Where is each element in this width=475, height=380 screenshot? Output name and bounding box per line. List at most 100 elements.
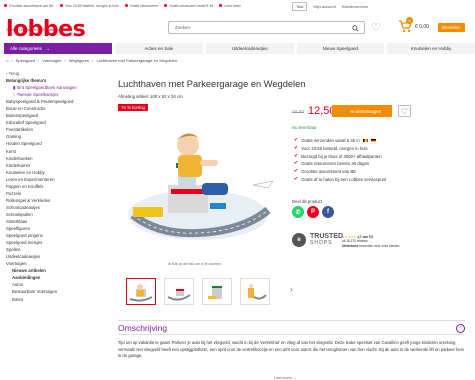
usp-text: Grootste assortiment van BE [9, 3, 54, 8]
breadcrumb-item[interactable]: Speelgoed [16, 58, 35, 63]
breadcrumb-current: Luchthaven met Parkeergarage en Wegdelen [96, 58, 178, 63]
cart-count-badge: 0 [406, 17, 413, 24]
check-icon [164, 4, 168, 7]
sidebar-item[interactable]: Kinderboeken [6, 155, 106, 162]
sidebar-sub-item[interactable]: Aanbiedingen [6, 274, 106, 281]
sidebar-item[interactable]: Speelgoed jongens [6, 232, 106, 239]
nav-item-nieuw[interactable]: Nieuw Speelgoed [293, 43, 385, 54]
product-image[interactable] [118, 115, 278, 255]
sidebar-sub-item[interactable]: Boten [6, 296, 106, 303]
product-usps: ✔ Gratis verzenden vanaf € 45 in ✔ Voor 23… [294, 137, 386, 184]
back-label: Terug [8, 71, 20, 76]
breadcrumb: ⌂ › Speelgoed › Voertuigen › Wegfiguren › Lu… [6, 58, 178, 63]
check-icon [219, 4, 223, 7]
wishlist-icon[interactable]: ♡ [371, 21, 381, 34]
check-icon [59, 4, 63, 7]
sidebar-item[interactable]: Spellen [6, 246, 106, 253]
read-more-link[interactable]: Lees meer ⌄ [274, 375, 296, 380]
sidebar-item[interactable]: Leren en Experimenteren [6, 176, 106, 183]
search-icon[interactable] [352, 25, 359, 32]
breadcrumb-item[interactable]: Wegfiguren [69, 58, 89, 63]
nav-item-sale[interactable]: Acties en Sale [112, 43, 203, 54]
wishlist-button[interactable]: ♡ [398, 105, 411, 117]
all-categories-button[interactable]: Alle categorieën ⌄ [4, 43, 112, 54]
check-icon [4, 4, 7, 7]
add-to-cart-button[interactable]: 🛒 In winkelwagen [332, 105, 392, 117]
search-placeholder: Zoeken [175, 25, 191, 30]
home-icon[interactable]: ⌂ [6, 58, 8, 63]
sidebar-item[interactable]: Uitdeelcadeautjes [6, 253, 106, 260]
usp-row-text: Gratis verzenden vanaf € 45 in [301, 138, 360, 143]
sidebar-item[interactable]: Feestartikelen [6, 126, 106, 133]
cart-button[interactable]: 0 € 0,00 [398, 17, 429, 33]
chevron-up-icon[interactable]: ⌃ [456, 324, 465, 333]
sidebar-item[interactable]: Sinterklaas [6, 218, 106, 225]
top-right-links: Taal Mijn account Klantenservice [292, 2, 472, 11]
thumbnail[interactable] [240, 278, 270, 305]
thumbnail[interactable] [164, 278, 194, 305]
check-icon: ✔ [294, 175, 299, 182]
trusted-shops-badge[interactable]: e TRUSTED SHOPS [292, 233, 343, 247]
breadcrumb-item[interactable]: Voertuigen [42, 58, 61, 63]
sidebar-item[interactable]: Educatief Speelgoed [6, 119, 106, 126]
cart-total: € 0,00 [415, 23, 429, 30]
sidebar-item[interactable]: Babyspeelgoed & Peuterspeelgoed [6, 98, 106, 105]
back-link[interactable]: ‹ Terug [6, 70, 106, 77]
sidebar-item[interactable]: Knutselen en Hobby [6, 169, 106, 176]
top-bar: Grootste assortiment van BE Voor 23:59 b… [0, 0, 475, 11]
usp-item: Gratis retourneren [124, 4, 158, 8]
sidebar-theme[interactable]: ○ Tweede Speelkansjes [6, 91, 106, 98]
order-button[interactable]: Bestellen [438, 23, 465, 32]
sidebar-item[interactable]: Poppen en Knuffels [6, 183, 106, 190]
usp-item[interactable]: Lees meer [219, 4, 241, 8]
sidebar-theme[interactable]: ▮ Sint Speelgoedboek Aanvragen [6, 84, 106, 91]
usp-row: ✔ Voor 23:59 besteld, morgen in huis [294, 145, 386, 153]
usp-text: Gratis verzenden vanaf € 45 [169, 3, 214, 8]
facebook-icon[interactable]: f [322, 206, 334, 218]
sidebar-item[interactable]: Speelfiguren [6, 225, 106, 232]
chevron-right-icon[interactable]: › [290, 285, 293, 294]
sidebar-item[interactable]: Puzzels [6, 190, 106, 197]
description-text: Tijd om op vakantie te gaan! Parkeer je … [118, 340, 465, 358]
stock-status: Nu leverbaar [292, 125, 317, 130]
sidebar-item[interactable]: Speelgoed meisjes [6, 239, 106, 246]
whatsapp-icon[interactable]: ✆ [292, 206, 304, 218]
product-title: Luchthaven met Parkeergarage en Wegdelen [118, 79, 306, 89]
sidebar-item[interactable]: Schoolcadeautjes [6, 204, 106, 211]
sidebar-item[interactable]: Voertuigen [6, 260, 106, 267]
sidebar-item[interactable]: Gaming [6, 133, 106, 140]
sidebar-sub-item[interactable]: Autos [6, 281, 106, 288]
nav-item-knutselen[interactable]: Knutselen en Hobby [384, 43, 475, 54]
heart-icon: ♡ [400, 106, 409, 116]
sidebar-sub-current[interactable]: Nieuwe artikelen [6, 267, 106, 274]
tagline: Spelen, Ontdekken en Ontwikkelen [6, 28, 61, 32]
sidebar-item[interactable]: Schoolspullen [6, 211, 106, 218]
usp-item: Grootste assortiment van BE [4, 4, 54, 8]
usp-row: ✔ Grootste assortiment van BE [294, 168, 386, 176]
sidebar-sub-item[interactable]: Bestuurbare Voertuigen [6, 288, 106, 295]
customer-service-link[interactable]: Klantenservice [342, 4, 368, 9]
account-link[interactable]: Mijn account [313, 4, 335, 9]
check-icon: ✔ [294, 152, 299, 159]
main-nav: Alle categorieën ⌄ Acties en Sale Uitdeel… [0, 43, 475, 54]
thumbnail[interactable] [126, 278, 156, 305]
sidebar-item[interactable]: Rollenspel & Verkleden [6, 197, 106, 204]
sidebar-item[interactable]: Buitenspeelgoed [6, 112, 106, 119]
sidebar-item[interactable]: Kinderkamer [6, 162, 106, 169]
usp-list: Grootste assortiment van BE Voor 23:59 b… [4, 4, 241, 8]
language-select[interactable]: Taal [292, 2, 308, 11]
thumbnail[interactable] [202, 278, 232, 305]
trusted-name: TRUSTED [310, 233, 344, 240]
chevron-down-icon: ⌄ [46, 45, 51, 51]
discount-badge: 74 % korting [118, 104, 148, 111]
usp-read-more-link[interactable]: Lees meer [224, 4, 241, 8]
pinterest-icon[interactable]: P [307, 206, 319, 218]
search-input[interactable]: Zoeken [168, 21, 365, 34]
nav-item-uitdeelcadeautjes[interactable]: Uitdeelcadeautjes [202, 43, 294, 54]
description-header[interactable]: Omschrijving ⌃ [118, 320, 465, 335]
read-more-label: Lees meer [274, 376, 292, 380]
sidebar-item[interactable]: Houten Speelgoed [6, 140, 106, 147]
description-heading: Omschrijving [118, 322, 168, 333]
sidebar-item[interactable]: Bouw en Constructie [6, 105, 106, 112]
sidebar-item[interactable]: Kerst [6, 148, 106, 155]
